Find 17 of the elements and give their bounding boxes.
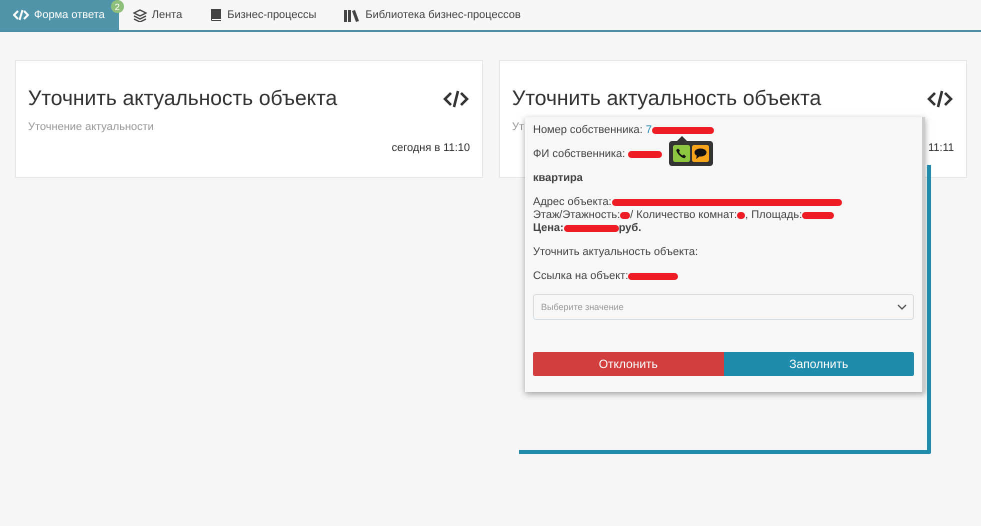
- field-label: руб.: [618, 222, 642, 235]
- field-label: Номер собственника:: [533, 124, 644, 137]
- field-label: Этаж/Этажность:: [533, 209, 620, 222]
- field-label: Адрес объекта:: [533, 196, 612, 209]
- field-label: Уточнить актуальность объекта:: [533, 246, 698, 259]
- field-label: / Количество комнат:: [630, 209, 738, 222]
- field-label: ФИ собственника:: [533, 148, 626, 161]
- card-time: сегодня в 11:10: [392, 142, 470, 154]
- field-label: , Площадь:: [745, 209, 802, 222]
- field-label: Цена:: [533, 222, 564, 235]
- card-title: Уточнить актуальность объекта: [28, 87, 338, 111]
- card-subtitle: Ут: [512, 121, 524, 133]
- card-title: Уточнить актуальность объекта: [512, 87, 822, 111]
- card-time: 11:11: [928, 142, 954, 154]
- field-label: Ссылка на объект:: [533, 270, 628, 283]
- field-label: квартира: [533, 172, 583, 185]
- card-subtitle: Уточнение актуальности: [28, 121, 154, 133]
